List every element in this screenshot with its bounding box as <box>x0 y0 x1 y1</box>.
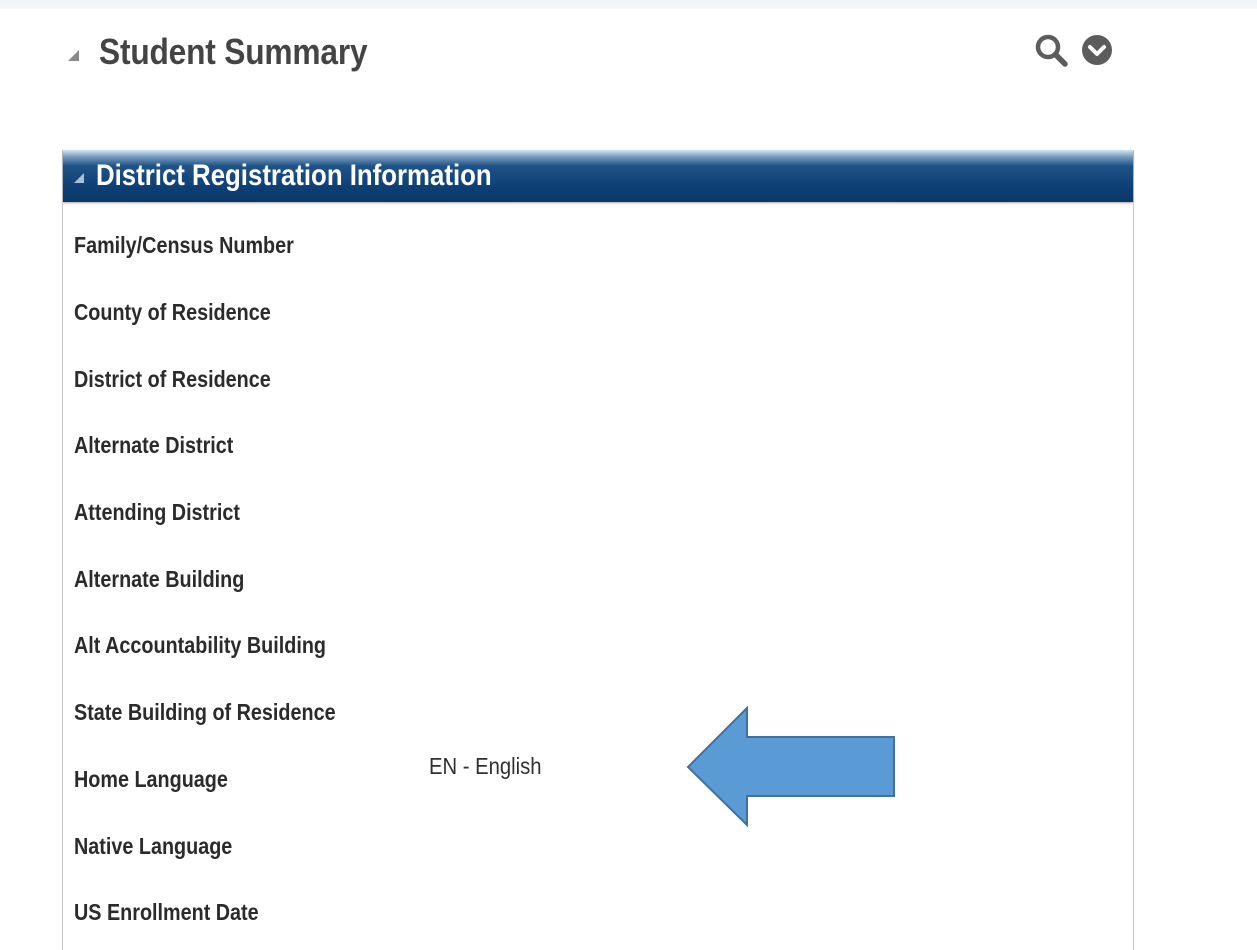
field-label: Family/Census Number <box>74 231 294 258</box>
top-rule <box>0 0 1257 9</box>
page-header: Student Summary <box>68 28 404 76</box>
search-icon[interactable] <box>1034 33 1068 67</box>
field-label: State Building of Residence <box>74 698 336 725</box>
field-row-family-census-number: Family/Census Number <box>74 225 1114 265</box>
field-label: County of Residence <box>74 298 271 325</box>
field-value: EN - English <box>429 753 542 779</box>
left-arrow-annotation <box>686 706 895 828</box>
field-row-alt-accountability-building: Alt Accountability Building <box>74 625 1114 665</box>
field-row-home-language: Home Language EN - English <box>74 753 1114 799</box>
field-label: District of Residence <box>74 365 271 392</box>
district-registration-panel: District Registration Information Family… <box>62 150 1134 950</box>
panel-collapse-triangle-icon[interactable] <box>74 173 84 183</box>
collapse-triangle-icon[interactable] <box>68 49 79 61</box>
field-row-us-enrollment-date: US Enrollment Date <box>74 892 1114 932</box>
field-row-district-of-residence: District of Residence <box>74 359 1114 399</box>
field-row-alternate-district: Alternate District <box>74 425 1114 465</box>
field-row-county-of-residence: County of Residence <box>74 292 1114 332</box>
field-row-alternate-building: Alternate Building <box>74 559 1114 599</box>
field-label: Attending District <box>74 498 240 525</box>
panel-title: District Registration Information <box>96 159 492 192</box>
field-label: Alternate District <box>74 431 234 458</box>
field-label: Home Language <box>74 765 228 792</box>
field-label: US Enrollment Date <box>74 898 259 925</box>
field-row-native-language: Native Language <box>74 826 1114 866</box>
field-row-state-building-of-residence: State Building of Residence <box>74 692 1114 732</box>
field-label: Native Language <box>74 832 233 859</box>
header-tools <box>1034 33 1113 67</box>
field-row-attending-district: Attending District <box>74 492 1114 532</box>
field-label: Alternate Building <box>74 565 245 592</box>
page-title: Student Summary <box>99 31 368 72</box>
field-label: Alt Accountability Building <box>74 631 327 658</box>
chevron-down-circle-icon[interactable] <box>1081 34 1113 66</box>
panel-header[interactable]: District Registration Information <box>63 150 1133 202</box>
